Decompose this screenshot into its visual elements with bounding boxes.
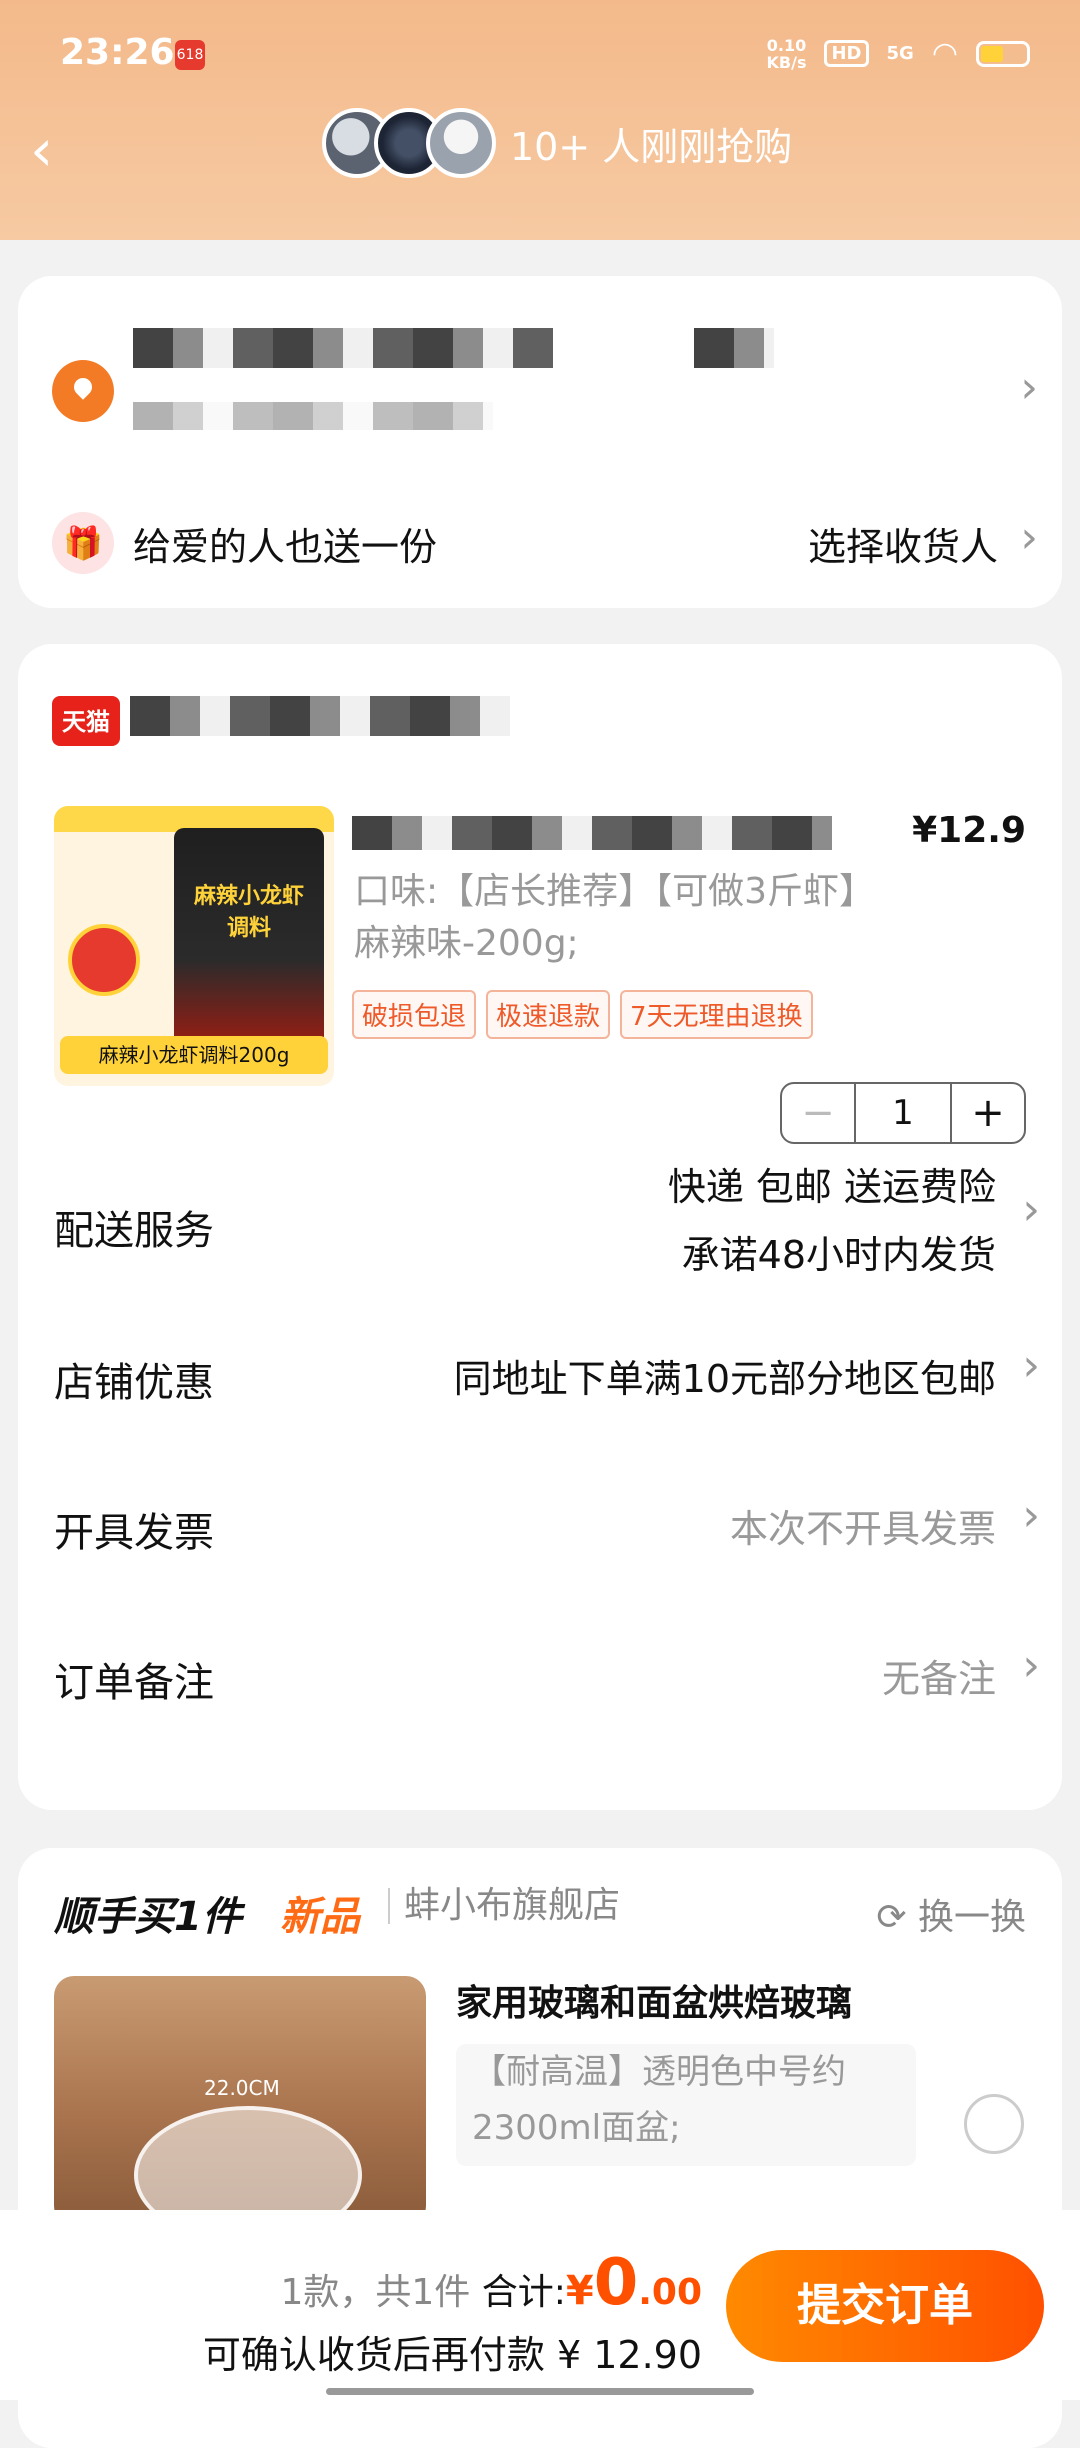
product-spec[interactable]: 口味:【店长推荐】【可做3斤虾】麻辣味-200g; (354, 866, 874, 970)
header: 23:26 618 0.10 KB/s HD 5G ◠ ‹ 10+ 人刚刚抢购 (0, 0, 1080, 240)
chevron-right-icon: › (1022, 1184, 1040, 1235)
delivery-line1[interactable]: 快递 包邮 送运费险 (668, 1156, 996, 1211)
refresh-icon: ⟳ (876, 1897, 918, 1938)
invoice-value[interactable]: 本次不开具发票 (730, 1498, 996, 1553)
hd-icon: HD (824, 40, 869, 67)
select-recipient-button[interactable]: 选择收货人 (808, 516, 998, 571)
delivery-label: 配送服务 (54, 1208, 214, 1254)
swap-button[interactable]: ⟳ 换一换 (876, 1888, 1026, 1940)
chevron-right-icon: › (1020, 512, 1038, 563)
service-tag: 7天无理由退换 (620, 990, 813, 1039)
service-tag: 破损包退 (352, 990, 477, 1039)
swap-label: 换一换 (917, 1897, 1026, 1938)
avatar (426, 108, 496, 178)
redacted-address-extra (694, 328, 774, 368)
gift-text: 给爱的人也送一份 (133, 525, 438, 569)
redacted-store-name (130, 696, 510, 736)
chevron-left-icon: ‹ (30, 116, 54, 184)
new-badge: 新品 (280, 1894, 360, 1940)
quantity-stepper: − 1 + (780, 1082, 1026, 1144)
increase-quantity-button[interactable]: + (952, 1084, 1024, 1142)
total-amount-int: 0 (593, 2246, 639, 2320)
address-card: › 🎁 给爱的人也送一份 选择收货人 › (18, 276, 1062, 608)
add-on-item-spec[interactable]: 【耐高温】透明色中号约2300ml面盆; (456, 2044, 916, 2166)
gift-icon: 🎁 (52, 512, 114, 574)
redacted-contact (133, 402, 493, 430)
order-note-label: 订单备注 (54, 1660, 214, 1706)
status-icons: 0.10 KB/s HD 5G ◠ (767, 36, 1030, 71)
product-bag-title: 麻辣小龙虾调料 (193, 884, 304, 941)
order-summary: 1款，共1件 合计:¥0.00 (280, 2246, 702, 2320)
decrease-quantity-button[interactable]: − (782, 1084, 854, 1142)
delivery-line2[interactable]: 承诺48小时内发货 (682, 1224, 996, 1279)
store-promo-label: 店铺优惠 (54, 1360, 214, 1406)
order-note-value[interactable]: 无备注 (882, 1648, 996, 1703)
back-button[interactable]: ‹ (30, 110, 90, 190)
bottom-bar: 1款，共1件 合计:¥0.00 可确认收货后再付款 ¥ 12.90 提交订单 (0, 2210, 1080, 2400)
submit-order-button[interactable]: 提交订单 (726, 2250, 1044, 2362)
order-card: 天猫 麻辣小龙虾调料 麻辣小龙虾调料200g ¥12.9 口味:【店长推荐】【可… (18, 644, 1062, 1810)
invoice-label: 开具发票 (54, 1510, 214, 1556)
chevron-right-icon: › (1022, 1340, 1040, 1391)
wifi-icon: ◠ (931, 36, 958, 71)
product-image[interactable]: 麻辣小龙虾调料 麻辣小龙虾调料200g (54, 806, 334, 1086)
net-speed: 0.10 KB/s (766, 35, 807, 72)
add-on-title: 顺手买1件 (54, 1894, 242, 1940)
quantity-value[interactable]: 1 (854, 1084, 952, 1142)
product-seal (68, 924, 140, 996)
item-count: 1款，共1件 (280, 2272, 471, 2313)
chevron-right-icon: › (1022, 1640, 1040, 1691)
battery-icon (976, 40, 1030, 67)
product-price: ¥12.9 (912, 810, 1026, 851)
signal-icon: 5G (886, 43, 914, 64)
tmall-logo: 天猫 (52, 696, 120, 746)
total-amount-dec: .00 (638, 2272, 702, 2313)
chevron-right-icon: › (1022, 1490, 1040, 1541)
add-on-image-label: 22.0CM (204, 2076, 280, 2100)
status-time: 23:26 (60, 32, 175, 73)
service-tag: 极速退款 (486, 990, 611, 1039)
redacted-product-title (352, 816, 832, 850)
location-icon (52, 360, 114, 422)
total-label: 合计: (481, 2272, 566, 2313)
redacted-address-line (133, 328, 553, 368)
address-chevron-right-icon[interactable]: › (1020, 362, 1038, 413)
currency-symbol: ¥ (565, 2268, 594, 2314)
home-indicator[interactable] (326, 2388, 754, 2395)
add-on-shop-name: 蚌小布旗舰店 (388, 1888, 620, 1924)
glass-bowl (134, 2106, 362, 2226)
store-promo-value[interactable]: 同地址下单满10元部分地区包邮 (454, 1348, 996, 1403)
promo-badge: 618 (175, 40, 205, 70)
pay-later-text: 可确认收货后再付款 ¥ 12.90 (202, 2333, 702, 2377)
recent-buyers-text: 10+ 人刚刚抢购 (510, 124, 793, 169)
add-on-image[interactable]: 22.0CM (54, 1976, 426, 2226)
add-on-select-radio[interactable] (964, 2094, 1024, 2154)
recent-buyers: 10+ 人刚刚抢购 (322, 108, 792, 178)
add-on-item-name[interactable]: 家用玻璃和面盆烘焙玻璃 (456, 1974, 852, 2026)
product-image-caption: 麻辣小龙虾调料200g (60, 1036, 328, 1074)
product-bag: 麻辣小龙虾调料 (174, 828, 324, 1048)
service-tags: 破损包退 极速退款 7天无理由退换 (352, 990, 813, 1039)
